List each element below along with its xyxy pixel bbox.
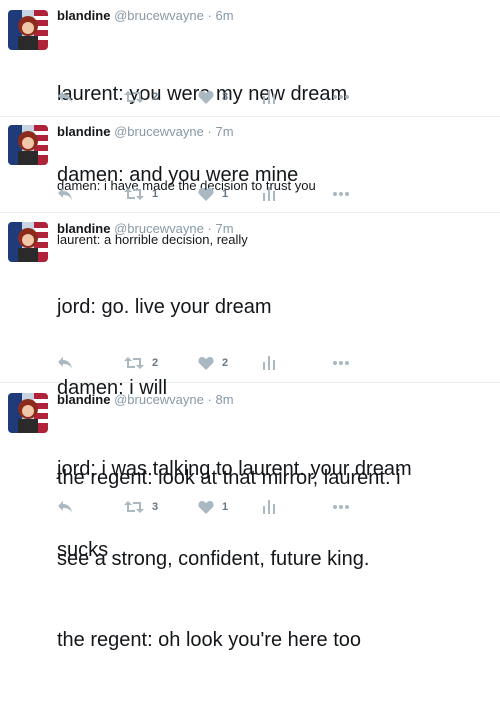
tweet[interactable]: blandine @brucewvayne · 7m damen: i have… [0,117,500,247]
more-button[interactable] [333,497,349,517]
analytics-button[interactable] [263,87,275,107]
tweet-actions: 2 2 [57,353,357,373]
retweet-count: 2 [152,91,159,103]
tweet-header: blandine @brucewvayne · 7m [57,221,492,237]
heart-icon [198,357,214,370]
like-count: 3 [222,91,229,103]
retweet-icon [124,188,144,200]
analytics-icon [263,356,275,370]
timestamp[interactable]: 8m [215,392,233,407]
retweet-icon [124,91,144,103]
tweet-line: see a strong, confident, future king. [57,548,370,570]
retweet-count: 3 [152,501,159,513]
display-name[interactable]: blandine [57,8,110,23]
reply-icon [58,91,72,103]
username[interactable]: @brucewvayne [114,8,204,23]
tweet-text: the regent: look at that mirror, laurent… [57,411,492,708]
analytics-button[interactable] [263,497,275,517]
retweet-button[interactable]: 3 [124,497,158,517]
avatar[interactable] [8,222,48,262]
more-button[interactable] [333,353,349,373]
more-dots-icon [333,192,349,196]
analytics-icon [263,500,275,514]
reply-button[interactable] [57,87,73,107]
display-name[interactable]: blandine [57,124,110,139]
separator: · [207,221,212,236]
analytics-button[interactable] [263,353,275,373]
display-name[interactable]: blandine [57,221,110,236]
more-dots-icon [333,505,349,509]
tweet-actions: 1 1 [57,184,357,204]
tweet[interactable]: blandine @brucewvayne · 8m the regent: l… [0,383,500,651]
heart-icon [198,188,214,201]
like-button[interactable]: 2 [198,353,228,373]
more-button[interactable] [333,87,349,107]
reply-button[interactable] [57,184,73,204]
avatar[interactable] [8,125,48,165]
like-button[interactable]: 3 [198,87,228,107]
tweet-actions: 2 3 [57,87,357,107]
retweet-icon [124,357,144,369]
timestamp[interactable]: 6m [215,8,233,23]
reply-icon [58,357,72,369]
like-count: 1 [222,501,229,513]
timestamp[interactable]: 7m [215,221,233,236]
heart-icon [198,501,214,514]
like-button[interactable]: 1 [198,497,228,517]
tweet[interactable]: blandine @brucewvayne · 7m jord: go. liv… [0,213,500,561]
retweet-button[interactable]: 2 [124,353,158,373]
analytics-icon [263,90,275,104]
more-dots-icon [333,361,349,365]
retweet-icon [124,501,144,513]
retweet-button[interactable]: 2 [124,87,158,107]
tweet-header: blandine @brucewvayne · 7m [57,124,492,140]
like-count: 1 [222,188,229,200]
separator: · [207,124,212,139]
separator: · [207,8,212,23]
separator: · [207,392,212,407]
more-dots-icon [333,95,349,99]
username[interactable]: @brucewvayne [114,392,204,407]
heart-icon [198,91,214,104]
timeline: blandine @brucewvayne · 6m laurent: you … [0,0,500,651]
tweet-actions: 3 1 [57,497,357,517]
reply-icon [58,501,72,513]
timestamp[interactable]: 7m [215,124,233,139]
avatar[interactable] [8,393,48,433]
tweet-header: blandine @brucewvayne · 8m [57,392,492,408]
analytics-button[interactable] [263,184,275,204]
display-name[interactable]: blandine [57,392,110,407]
more-button[interactable] [333,184,349,204]
retweet-button[interactable]: 1 [124,184,158,204]
analytics-icon [263,187,275,201]
retweet-count: 1 [152,188,159,200]
tweet-line: the regent: oh look you're here too [57,629,362,651]
avatar[interactable] [8,10,48,50]
like-button[interactable]: 1 [198,184,228,204]
tweet-header: blandine @brucewvayne · 6m [57,8,492,24]
tweet[interactable]: blandine @brucewvayne · 6m laurent: you … [0,0,500,186]
tweet-line: the regent: look at that mirror, laurent… [57,467,401,489]
reply-button[interactable] [57,497,73,517]
reply-button[interactable] [57,353,73,373]
tweet-line: jord: go. live your dream [57,296,272,318]
like-count: 2 [222,357,229,369]
username[interactable]: @brucewvayne [114,124,204,139]
retweet-count: 2 [152,357,159,369]
username[interactable]: @brucewvayne [114,221,204,236]
reply-icon [58,188,72,200]
